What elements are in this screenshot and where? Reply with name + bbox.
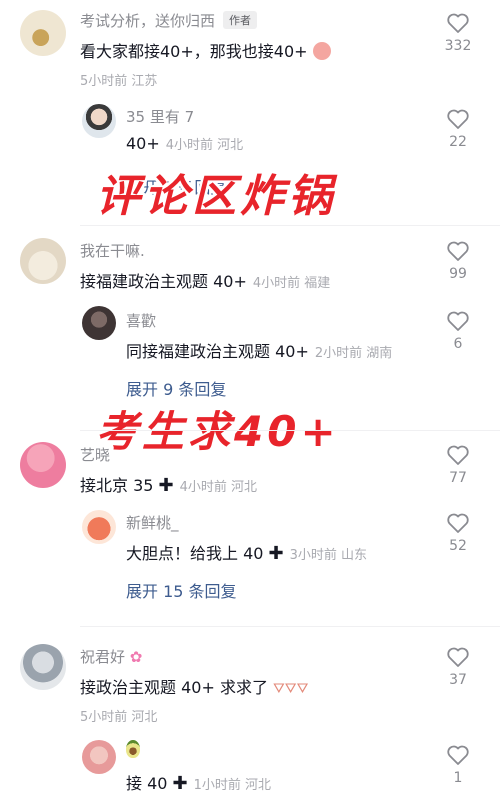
avatar[interactable] [20,10,66,56]
comment-author[interactable]: 祝君好 ✿ [80,646,142,667]
plus-icon: ✚ [172,773,188,794]
reply-text-content: 同接福建政治主观题 40+ [126,342,309,361]
comment-meta: 5小时前 河北 [80,710,158,725]
comment-item: 我在干嘛. 接福建政治主观题 40+ 4小时前 福建 99 喜歡 同接福建政治主观… [0,230,500,420]
reply-like-button[interactable]: 22 [436,108,480,150]
reply-meta: 2小时前 湖南 [314,346,393,361]
sticker-emoji-icon [312,42,331,60]
plus-icon: ✚ [268,543,284,564]
like-count: 1 [453,770,463,786]
comment-text[interactable]: 接政治主观题 40+ 求求了 ⛛⛛⛛ [80,674,308,698]
reply-author[interactable]: 新鲜桃_ [126,512,179,533]
overlay-caption: 评论区炸锅 [96,171,336,222]
heart-icon [447,647,469,667]
heart-icon [447,241,469,261]
reply-text[interactable]: 接 40 ✚ 1小时前 河北 [126,770,271,794]
reply-text[interactable]: 大胆点！给我上 40 ✚ 3小时前 山东 [126,540,367,564]
comment-text[interactable]: 看大家都接40+，那我也接40+ [80,38,331,62]
expand-replies-link[interactable]: 展开 15 条回复 [126,578,237,602]
reply-meta: 4小时前 河北 [165,138,244,153]
like-button[interactable]: 77 [436,444,480,486]
praying-hands-icon: ⛛⛛⛛ [273,681,309,697]
reply-text-content: 接 40 [126,774,168,793]
comment-text-content: 看大家都接40+，那我也接40+ [80,42,308,61]
heart-icon [447,311,469,331]
heart-icon [447,513,469,533]
comment-author-name[interactable]: 考试分析，送你归西 [80,12,215,30]
comment-text-content: 接福建政治主观题 40+ [80,272,247,291]
heart-icon [447,445,469,465]
comment-text[interactable]: 接福建政治主观题 40+ 4小时前 福建 [80,268,330,292]
like-count: 77 [449,470,467,486]
comment-item: 艺晓 接北京 35 ✚ 4小时前 河北 77 新鲜桃_ 大胆点！给我上 40 ✚ 3… [0,440,500,620]
avocado-icon [126,740,140,758]
reply-like-button[interactable]: 52 [436,512,480,554]
like-count: 22 [449,134,467,150]
expand-replies-link[interactable]: 展开 9 条回复 [126,376,226,400]
like-count: 332 [444,38,472,54]
avatar[interactable] [20,238,66,284]
like-button[interactable]: 37 [436,646,480,688]
comment-text-content: 接政治主观题 40+ 求求了 [80,678,268,697]
comment-item: 祝君好 ✿ 接政治主观题 40+ 求求了 ⛛⛛⛛ 5小时前 河北 37 接 40… [0,636,500,810]
reply-text-content: 大胆点！给我上 40 [126,544,264,563]
like-count: 6 [453,336,463,352]
avatar[interactable] [20,644,66,690]
heart-icon [447,745,469,765]
cherry-blossom-icon: ✿ [129,648,143,666]
reply-text-content: 40+ [126,134,160,153]
reply-text[interactable]: 40+ 4小时前 河北 [126,134,243,153]
reply-meta: 1小时前 河北 [193,778,272,793]
like-button[interactable]: 99 [436,240,480,282]
comment-meta: 4小时前 河北 [179,480,258,495]
reply-text[interactable]: 同接福建政治主观题 40+ 2小时前 湖南 [126,338,392,362]
like-count: 37 [449,672,467,688]
heart-icon [447,13,469,33]
like-count: 99 [449,266,467,282]
like-count: 52 [449,538,467,554]
reply-like-button[interactable]: 6 [436,310,480,352]
divider [80,225,500,226]
comment-author-name[interactable]: 祝君好 [80,648,125,666]
reply-author[interactable]: 35 里有 7 [126,106,194,127]
comment-author[interactable]: 考试分析，送你归西 作者 [80,10,258,31]
comment-text[interactable]: 接北京 35 ✚ 4小时前 河北 [80,472,257,496]
reply-meta: 3小时前 山东 [289,548,368,563]
like-button[interactable]: 332 [436,12,480,54]
comment-meta: 5小时前 江苏 [80,74,158,89]
reply-author[interactable]: 喜歡 [126,310,156,331]
reply-avatar[interactable] [82,306,116,340]
reply-like-button[interactable]: 1 [436,744,480,786]
comment-author[interactable]: 我在干嘛. [80,240,145,261]
author-badge: 作者 [223,11,258,29]
plus-icon: ✚ [158,475,174,496]
comment-text-content: 接北京 35 [80,476,154,495]
comment-meta: 4小时前 福建 [252,276,331,291]
comment-author[interactable]: 艺晓 [80,444,110,465]
divider [80,430,500,431]
reply-avatar[interactable] [82,740,116,774]
reply-avatar[interactable] [82,510,116,544]
reply-avatar[interactable] [82,104,116,138]
reply-author[interactable] [126,740,140,762]
divider [80,626,500,627]
heart-icon [447,109,469,129]
avatar[interactable] [20,442,66,488]
